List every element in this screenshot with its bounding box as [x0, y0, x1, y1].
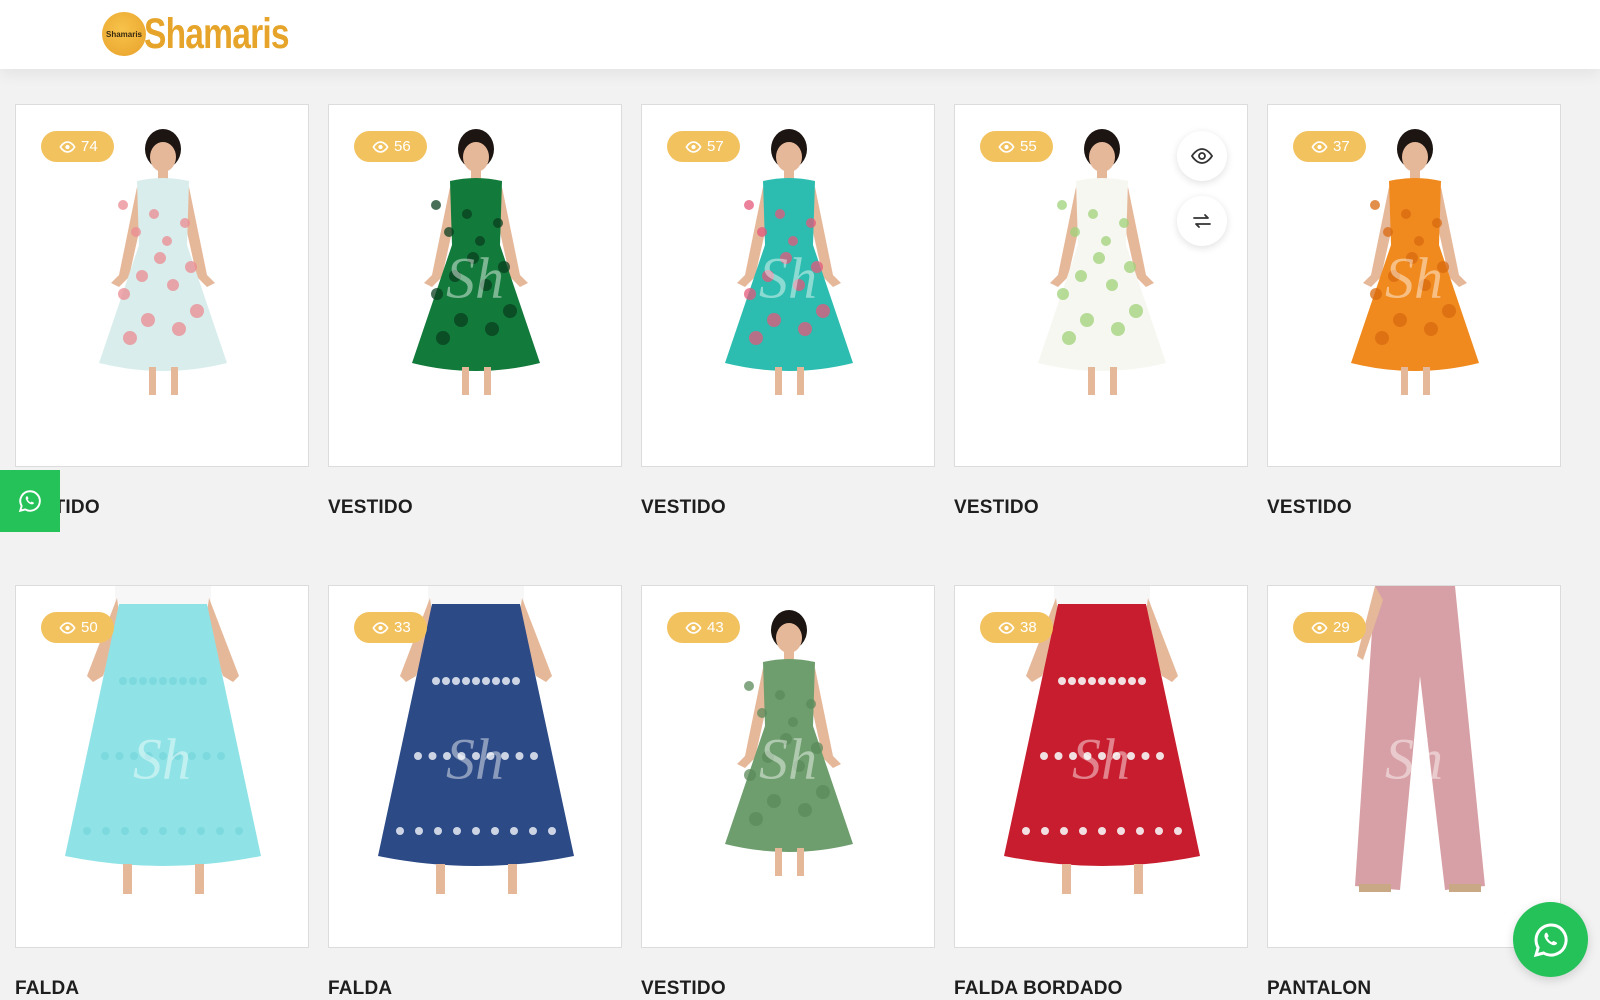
product-card[interactable]: 56 Sh VESTIDO [328, 104, 622, 519]
product-image[interactable]: 29 Sh [1267, 585, 1561, 948]
eye-icon [372, 140, 389, 153]
product-title[interactable]: VESTIDO [328, 497, 622, 519]
whatsapp-icon [1533, 922, 1568, 957]
product-card[interactable]: 43 Sh VESTIDO [641, 585, 935, 1000]
product-image[interactable]: 37 Sh [1267, 104, 1561, 467]
product-card[interactable]: 55 VESTIDO [954, 104, 1248, 519]
product-image[interactable]: 33 Sh [328, 585, 622, 948]
views-badge: 37 [1293, 131, 1366, 162]
product-title[interactable]: FALDA BORDADO [954, 978, 1248, 1000]
views-count: 74 [81, 138, 98, 155]
quick-view-button[interactable] [1177, 131, 1227, 181]
product-image[interactable]: 38 Sh [954, 585, 1248, 948]
product-card[interactable]: 38 Sh FALDA BORDADO [954, 585, 1248, 1000]
product-title[interactable]: PANTALON [1267, 978, 1561, 1000]
product-card[interactable]: 50 Sh FALDA [15, 585, 309, 1000]
product-title[interactable]: VESTIDO [1267, 497, 1561, 519]
brand-logo[interactable]: Shamaris Shamaris [102, 10, 330, 58]
views-badge: 38 [980, 612, 1053, 643]
views-badge: 57 [667, 131, 740, 162]
whatsapp-float-button[interactable] [1513, 902, 1588, 977]
eye-icon [685, 621, 702, 634]
whatsapp-side-button[interactable] [0, 470, 60, 532]
views-count: 29 [1333, 619, 1350, 636]
compare-icon [1193, 214, 1211, 228]
logo-text: Shamaris [144, 9, 290, 58]
eye-icon [372, 621, 389, 634]
product-card[interactable]: 37 Sh VESTIDO [1267, 104, 1561, 519]
eye-icon [685, 140, 702, 153]
views-count: 56 [394, 138, 411, 155]
eye-icon [1311, 621, 1328, 634]
product-card[interactable]: 33 Sh FALDA [328, 585, 622, 1000]
views-badge: 43 [667, 612, 740, 643]
eye-icon [998, 621, 1015, 634]
product-image[interactable]: 43 Sh [641, 585, 935, 948]
views-count: 57 [707, 138, 724, 155]
views-badge: 33 [354, 612, 427, 643]
product-image[interactable]: 55 [954, 104, 1248, 467]
views-badge: 50 [41, 612, 114, 643]
eye-icon [1311, 140, 1328, 153]
eye-icon [1190, 148, 1214, 164]
product-card[interactable]: 74 VESTIDO [15, 104, 309, 519]
product-image[interactable]: 57 Sh [641, 104, 935, 467]
product-image[interactable]: 50 Sh [15, 585, 309, 948]
product-title[interactable]: VESTIDO [954, 497, 1248, 519]
product-title[interactable]: FALDA [15, 978, 309, 1000]
whatsapp-icon [18, 490, 41, 513]
site-header: Shamaris Shamaris [0, 0, 1600, 69]
views-count: 33 [394, 619, 411, 636]
eye-icon [998, 140, 1015, 153]
logo-badge: Shamaris [102, 12, 146, 56]
views-count: 50 [81, 619, 98, 636]
views-badge: 55 [980, 131, 1053, 162]
product-image[interactable]: 74 [15, 104, 309, 467]
views-badge: 74 [41, 131, 114, 162]
views-count: 55 [1020, 138, 1037, 155]
views-count: 43 [707, 619, 724, 636]
product-title[interactable]: VESTIDO [641, 978, 935, 1000]
product-card[interactable]: 57 Sh VESTIDO [641, 104, 935, 519]
views-badge: 29 [1293, 612, 1366, 643]
views-count: 38 [1020, 619, 1037, 636]
views-badge: 56 [354, 131, 427, 162]
product-image[interactable]: 56 Sh [328, 104, 622, 467]
eye-icon [59, 140, 76, 153]
compare-button[interactable] [1177, 196, 1227, 246]
eye-icon [59, 621, 76, 634]
views-count: 37 [1333, 138, 1350, 155]
product-title[interactable]: FALDA [328, 978, 622, 1000]
product-title[interactable]: VESTIDO [641, 497, 935, 519]
